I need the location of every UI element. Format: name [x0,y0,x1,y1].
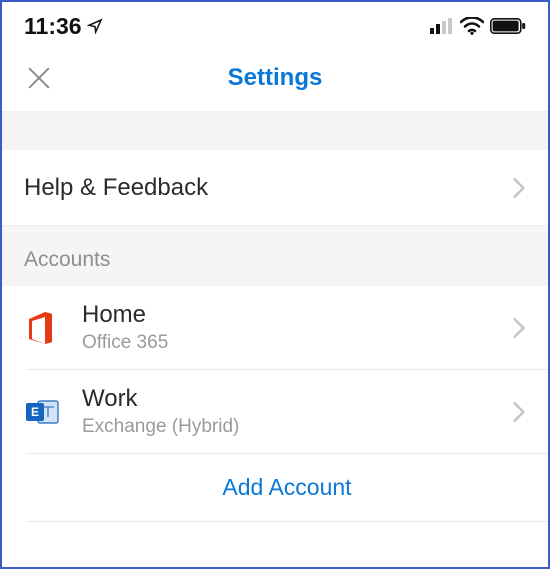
cell-signal-icon [430,18,454,34]
time-label: 11:36 [24,13,82,40]
battery-icon [490,18,526,34]
account-row-home[interactable]: Home Office 365 [26,286,548,370]
nav-bar: Settings [2,44,548,112]
help-feedback-row[interactable]: Help & Feedback [2,150,548,226]
help-feedback-label: Help & Feedback [24,174,208,202]
account-subtitle: Office 365 [82,332,512,354]
account-subtitle: Exchange (Hybrid) [82,416,512,438]
account-text: Work Exchange (Hybrid) [82,385,512,438]
close-icon [25,64,53,92]
close-button[interactable] [22,61,56,95]
account-title: Work [82,385,512,413]
wifi-icon [460,17,484,35]
add-account-button[interactable]: Add Account [26,454,548,522]
exchange-icon: E [26,397,68,427]
account-text: Home Office 365 [82,301,512,354]
accounts-list: Home Office 365 E Work Exchange (Hybrid)… [2,286,548,522]
section-gap [2,112,548,150]
account-title: Home [82,301,512,329]
location-icon [87,18,103,34]
accounts-section-header: Accounts [2,226,548,286]
status-right [430,17,526,35]
add-account-label: Add Account [222,474,351,501]
office365-icon [26,311,68,345]
account-row-work[interactable]: E Work Exchange (Hybrid) [26,370,548,454]
chevron-right-icon [512,317,526,339]
chevron-right-icon [512,177,526,199]
svg-text:E: E [31,405,39,419]
status-bar: 11:36 [2,2,548,44]
page-title: Settings [228,64,323,92]
chevron-right-icon [512,401,526,423]
status-time: 11:36 [24,13,103,40]
